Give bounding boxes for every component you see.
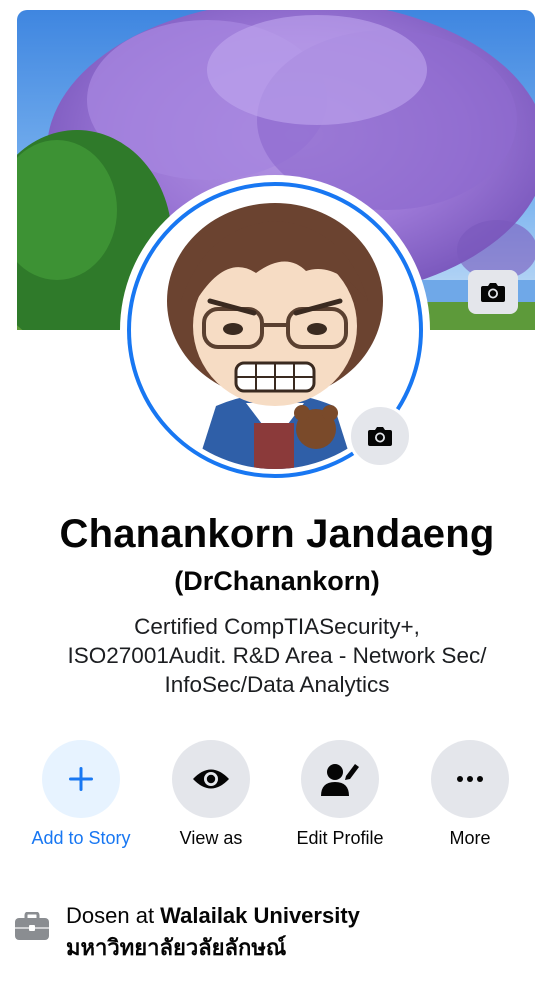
view-as-label[interactable]: View as [148, 828, 274, 849]
edit-profile-label[interactable]: Edit Profile [277, 828, 403, 849]
more-dots-icon [457, 776, 483, 782]
work-company-local-text[interactable]: มหาวิทยาลัยวลัยลักษณ์ [66, 935, 286, 960]
profile-actions: Add to Story View as Edit Profile More [18, 740, 538, 860]
camera-icon [368, 427, 392, 446]
bio-line: ISO27001Audit. R&D Area - Network Sec/ [67, 643, 487, 668]
camera-icon [481, 283, 505, 302]
work-company-local[interactable]: มหาวิทยาลัยวลัยลักษณ์ [66, 932, 360, 964]
profile-alternate-name: (DrChanankorn) [174, 566, 380, 596]
bio-line: InfoSec/Data Analytics [164, 672, 390, 697]
add-to-story-label[interactable]: Add to Story [18, 828, 144, 849]
bio-line: Certified CompTIASecurity+, [134, 614, 420, 639]
profile-name: Chanankorn Jandaeng [59, 512, 495, 556]
more-button[interactable]: More [407, 740, 533, 849]
eye-icon [193, 769, 229, 789]
work-prefix: Dosen at [66, 903, 161, 928]
work-company-link[interactable]: Walailak University [160, 903, 360, 928]
work-line: Dosen at Walailak University [66, 900, 360, 932]
edit-person-icon [321, 764, 359, 796]
edit-cover-button[interactable] [468, 270, 518, 314]
add-to-story-circle[interactable] [42, 740, 120, 818]
more-label[interactable]: More [407, 828, 533, 849]
briefcase-icon [15, 912, 49, 940]
work-text: Dosen at Walailak University มหาวิทยาลัย… [66, 900, 360, 964]
edit-profile-button[interactable]: Edit Profile [277, 740, 403, 849]
edit-profile-circle[interactable] [301, 740, 379, 818]
add-to-story-button[interactable]: Add to Story [18, 740, 144, 849]
more-circle[interactable] [431, 740, 509, 818]
plus-icon [69, 767, 93, 791]
view-as-circle[interactable] [172, 740, 250, 818]
profile-bio: Certified CompTIASecurity+, ISO27001Audi… [20, 612, 534, 699]
edit-profile-picture-button[interactable] [348, 404, 412, 468]
view-as-button[interactable]: View as [148, 740, 274, 849]
